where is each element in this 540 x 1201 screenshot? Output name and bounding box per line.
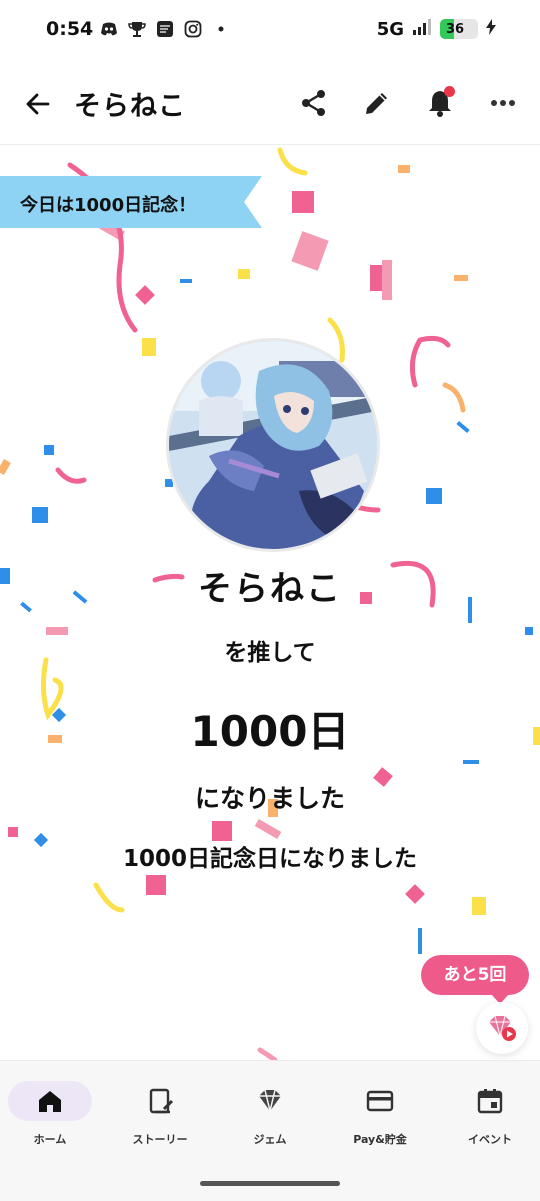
nav-pay[interactable]: Pay&貯金 [326, 1079, 434, 1149]
charging-icon [486, 19, 496, 39]
oshi-avatar[interactable] [166, 338, 380, 552]
nav-label-home: ホーム [33, 1133, 67, 1146]
nav-story[interactable]: ストーリー [106, 1079, 214, 1149]
anniversary-message: 1000日記念日になりました [122, 846, 417, 872]
nav-label-gem: ジェム [253, 1133, 287, 1146]
edit-pencil-icon[interactable] [360, 86, 394, 120]
card-icon [366, 1090, 394, 1112]
share-icon[interactable] [297, 86, 331, 120]
app-icon [156, 20, 174, 38]
gem-icon [259, 1089, 281, 1112]
day-count: 1000日 [190, 707, 350, 756]
nav-home[interactable]: ホーム [0, 1079, 104, 1149]
status-bar: 0:54 5G 36 [0, 0, 540, 62]
oshi-name: そらねこ [198, 569, 342, 609]
gem-play-button[interactable] [476, 1002, 528, 1054]
calendar-icon [477, 1089, 503, 1114]
home-indicator[interactable] [200, 1181, 340, 1186]
notification-bell-icon[interactable] [423, 86, 457, 120]
discord-icon [100, 20, 118, 38]
dot-icon [212, 20, 230, 38]
ribbon-text: 今日は1000日記念！ [20, 195, 197, 216]
oshi-message-suffix: になりました [194, 784, 345, 813]
nav-gem[interactable]: ジェム [216, 1079, 324, 1149]
bottom-navigation: ホーム ストーリー ジェム Pay&貯金 イベント [0, 1060, 540, 1201]
network-type: 5G [376, 18, 404, 40]
status-notification-icons [100, 20, 230, 38]
nav-label-pay: Pay&貯金 [353, 1133, 407, 1146]
gem-play-icon [489, 1015, 516, 1041]
more-icon[interactable] [486, 86, 520, 120]
battery-level: 36 [446, 21, 465, 37]
trophy-icon [128, 20, 146, 38]
back-arrow-icon[interactable] [22, 88, 54, 120]
status-time: 0:54 [46, 18, 94, 40]
status-right-group: 5G 36 [377, 18, 496, 40]
home-icon [39, 1091, 61, 1112]
character-illustration [169, 341, 377, 549]
anniversary-screen: 今日は1000日記念！ そらねこ を推して 1000日 になりました 1000日… [0, 145, 540, 1060]
page-title: そらねこ [74, 91, 186, 122]
oshi-message-prefix: を推して [224, 640, 316, 666]
story-icon [149, 1088, 174, 1114]
notification-badge [444, 86, 455, 97]
battery-indicator: 36 [440, 19, 478, 39]
remaining-count-bubble: あと5回 [421, 955, 529, 1004]
signal-icon [412, 18, 432, 40]
nav-label-story: ストーリー [132, 1133, 188, 1146]
nav-label-event: イベント [468, 1133, 512, 1146]
instagram-icon [184, 20, 202, 38]
top-app-bar: そらねこ [0, 62, 540, 145]
nav-event[interactable]: イベント [436, 1079, 540, 1149]
